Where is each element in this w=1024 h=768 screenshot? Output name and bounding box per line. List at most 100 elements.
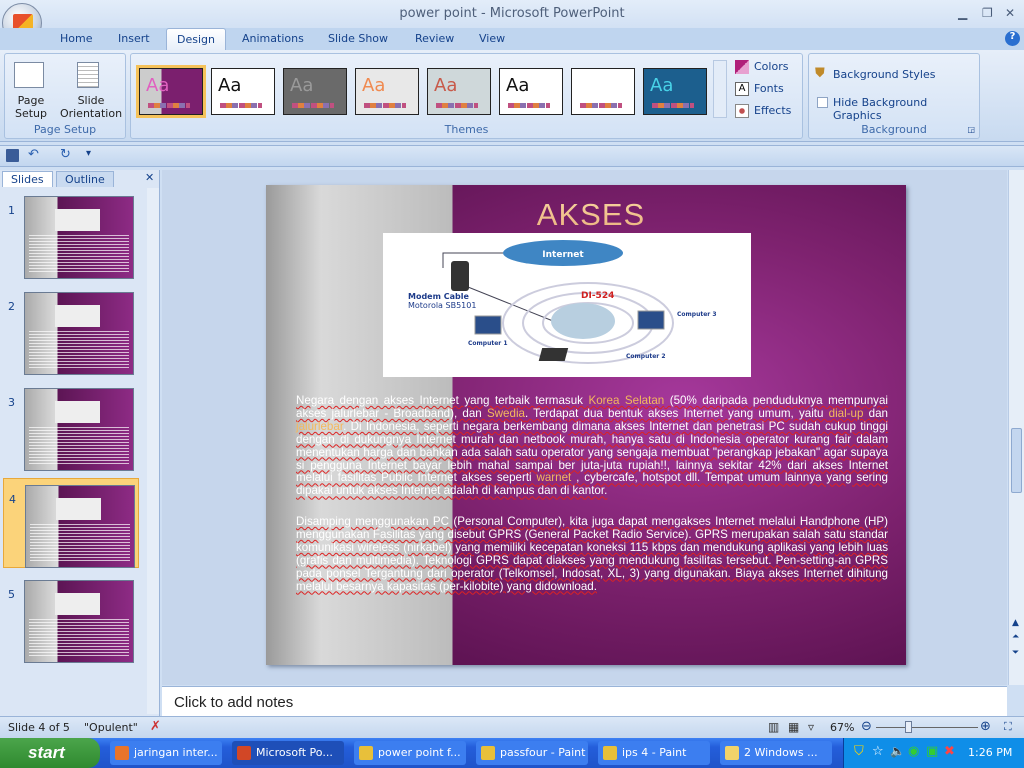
zoom-out-icon[interactable]: ⊖ bbox=[861, 719, 872, 734]
themes-scroll[interactable] bbox=[713, 60, 727, 118]
tray-star-icon[interactable]: ☆ bbox=[872, 744, 884, 759]
slide-canvas[interactable]: AKSES INTERNET Internet Modem Cable Moto… bbox=[266, 185, 906, 665]
slide-paragraph-2[interactable]: Disamping menggunakan PC (Personal Compu… bbox=[296, 515, 888, 593]
theme-thumbnail[interactable]: Aa bbox=[136, 65, 206, 118]
app-icon bbox=[359, 746, 373, 760]
slide-thumbnail-1[interactable]: 1 bbox=[3, 190, 139, 280]
hyperlink[interactable]: Swedia bbox=[487, 407, 525, 420]
network-disconnected-icon[interactable]: ✖ bbox=[944, 744, 955, 759]
dialog-launcher-icon[interactable]: ◲ bbox=[967, 125, 975, 134]
fit-to-window-icon[interactable]: ⛶ bbox=[1004, 720, 1012, 734]
tab-view[interactable]: View bbox=[479, 32, 505, 45]
customize-qat-icon[interactable]: ▾ bbox=[86, 148, 91, 159]
router-label: DI-524 bbox=[581, 291, 614, 301]
slide-orientation-button[interactable]: Slide Orientation bbox=[55, 94, 127, 120]
slides-scrollbar[interactable] bbox=[147, 188, 159, 714]
undo-icon[interactable]: ↶ bbox=[28, 147, 39, 162]
theme-thumbnail[interactable]: Aa bbox=[211, 68, 275, 115]
taskbar-item-label: passfour - Paint bbox=[500, 746, 586, 759]
background-group: ⛊ Background Styles Hide Background Grap… bbox=[808, 53, 980, 139]
slide-number: 1 bbox=[8, 204, 15, 217]
taskbar-item-label: power point f... bbox=[378, 746, 461, 759]
theme-thumbnail[interactable]: Aa bbox=[283, 68, 347, 115]
fonts-button[interactable]: Fonts bbox=[754, 82, 784, 95]
slide-thumbnail-2[interactable]: 2 bbox=[3, 286, 139, 376]
taskbar-item[interactable]: 2 Windows ... bbox=[720, 741, 832, 765]
close-button[interactable]: ✕ bbox=[1005, 6, 1015, 20]
hyperlink[interactable]: jalurlebar bbox=[296, 420, 343, 433]
zoom-level[interactable]: 67% bbox=[830, 721, 854, 734]
notes-placeholder[interactable]: Click to add notes bbox=[174, 694, 293, 711]
group-label: Background bbox=[861, 123, 927, 136]
theme-label: Aa bbox=[506, 75, 530, 96]
theme-color-swatches bbox=[292, 103, 334, 108]
zoom-in-icon[interactable]: ⊕ bbox=[980, 719, 991, 734]
slide-thumbnail-5[interactable]: 5 bbox=[3, 574, 139, 664]
theme-color-swatches bbox=[364, 103, 406, 108]
slide-thumbnail-3[interactable]: 3 bbox=[3, 382, 139, 472]
network-diagram-image[interactable]: Internet Modem Cable Motorola SB5101 DI-… bbox=[383, 233, 751, 377]
slide-show-icon[interactable]: ▿ bbox=[808, 720, 814, 734]
normal-view-icon[interactable]: ▥ bbox=[768, 720, 779, 734]
next-slide-icon[interactable]: ⏷ bbox=[1012, 648, 1019, 658]
tab-outline[interactable]: Outline bbox=[56, 171, 114, 187]
computer2-label: Computer 2 bbox=[626, 353, 666, 360]
page-setup-button[interactable]: Page Setup bbox=[11, 94, 51, 120]
theme-thumbnail[interactable]: Aa bbox=[427, 68, 491, 115]
tab-review[interactable]: Review bbox=[415, 32, 454, 45]
hide-background-checkbox[interactable] bbox=[817, 97, 828, 108]
effects-button[interactable]: Effects bbox=[754, 104, 791, 117]
zoom-slider[interactable] bbox=[876, 727, 978, 728]
notes-pane[interactable]: Click to add notes bbox=[162, 686, 1007, 716]
slide-paragraph-1[interactable]: Negara dengan akses Internet yang terbai… bbox=[296, 394, 888, 498]
slides-pane: Slides Outline ✕ 1 2 3 4 5 bbox=[0, 170, 160, 716]
restore-button[interactable]: ❐ bbox=[982, 6, 993, 20]
preview-image bbox=[55, 305, 100, 327]
minimize-button[interactable]: ▁ bbox=[958, 6, 967, 20]
taskbar-item[interactable]: passfour - Paint bbox=[476, 741, 588, 765]
scrollbar-thumb[interactable] bbox=[1011, 428, 1022, 493]
spell-check-icon[interactable]: ✗ bbox=[150, 719, 161, 734]
colors-button[interactable]: Colors bbox=[754, 60, 788, 73]
tray-app-icon[interactable]: ▣ bbox=[926, 744, 938, 759]
redo-icon[interactable]: ↻ bbox=[60, 147, 71, 162]
hyperlink[interactable]: warnet bbox=[536, 471, 571, 484]
tab-slide-show[interactable]: Slide Show bbox=[328, 32, 388, 45]
group-label: Page Setup bbox=[33, 123, 97, 136]
network-icon[interactable]: ◉ bbox=[908, 744, 919, 759]
slide-sorter-icon[interactable]: ▦ bbox=[788, 720, 799, 734]
system-tray: ⛉ ☆ 🔈 ◉ ▣ ✖ 1:26 PM bbox=[843, 738, 1024, 768]
close-pane-icon[interactable]: ✕ bbox=[145, 171, 154, 184]
previous-slide-icon[interactable]: ⏶ bbox=[1012, 632, 1019, 642]
slide-thumbnail-4[interactable]: 4 bbox=[3, 478, 139, 568]
taskbar-item[interactable]: power point f... bbox=[354, 741, 466, 765]
save-icon[interactable] bbox=[6, 149, 19, 162]
tab-animations[interactable]: Animations bbox=[242, 32, 304, 45]
tab-insert[interactable]: Insert bbox=[118, 32, 150, 45]
background-styles-button[interactable]: Background Styles bbox=[833, 68, 935, 81]
preview-text bbox=[29, 619, 129, 657]
theme-thumbnail[interactable]: Aa bbox=[355, 68, 419, 115]
theme-color-swatches bbox=[508, 103, 550, 108]
taskbar-item[interactable]: jaringan inter... bbox=[110, 741, 222, 765]
theme-thumbnail[interactable]: Aa bbox=[499, 68, 563, 115]
security-shield-icon[interactable]: ⛉ bbox=[854, 744, 864, 759]
modem-model-label: Motorola SB5101 bbox=[408, 301, 476, 310]
taskbar-item[interactable]: ips 4 - Paint bbox=[598, 741, 710, 765]
theme-thumbnail[interactable]: Aa bbox=[643, 68, 707, 115]
theme-label: Aa bbox=[362, 75, 386, 96]
hyperlink[interactable]: Korea Selatan bbox=[588, 394, 664, 407]
theme-thumbnail[interactable]: Aa bbox=[571, 68, 635, 115]
start-button[interactable]: start bbox=[0, 738, 100, 768]
tab-slides[interactable]: Slides bbox=[2, 171, 53, 187]
clock[interactable]: 1:26 PM bbox=[968, 746, 1012, 759]
scroll-up-arrow[interactable]: ▲ bbox=[1012, 618, 1019, 628]
tab-design[interactable]: Design bbox=[166, 28, 226, 51]
hyperlink[interactable]: dial-up bbox=[829, 407, 864, 420]
vertical-scrollbar[interactable]: ▲ ⏶ ⏷ bbox=[1008, 170, 1024, 685]
help-icon[interactable]: ? bbox=[1005, 31, 1020, 46]
tab-home[interactable]: Home bbox=[60, 32, 92, 45]
taskbar-item[interactable]: Microsoft Po... bbox=[232, 741, 344, 765]
zoom-slider-thumb[interactable] bbox=[905, 721, 913, 733]
volume-icon[interactable]: 🔈 bbox=[890, 744, 905, 758]
